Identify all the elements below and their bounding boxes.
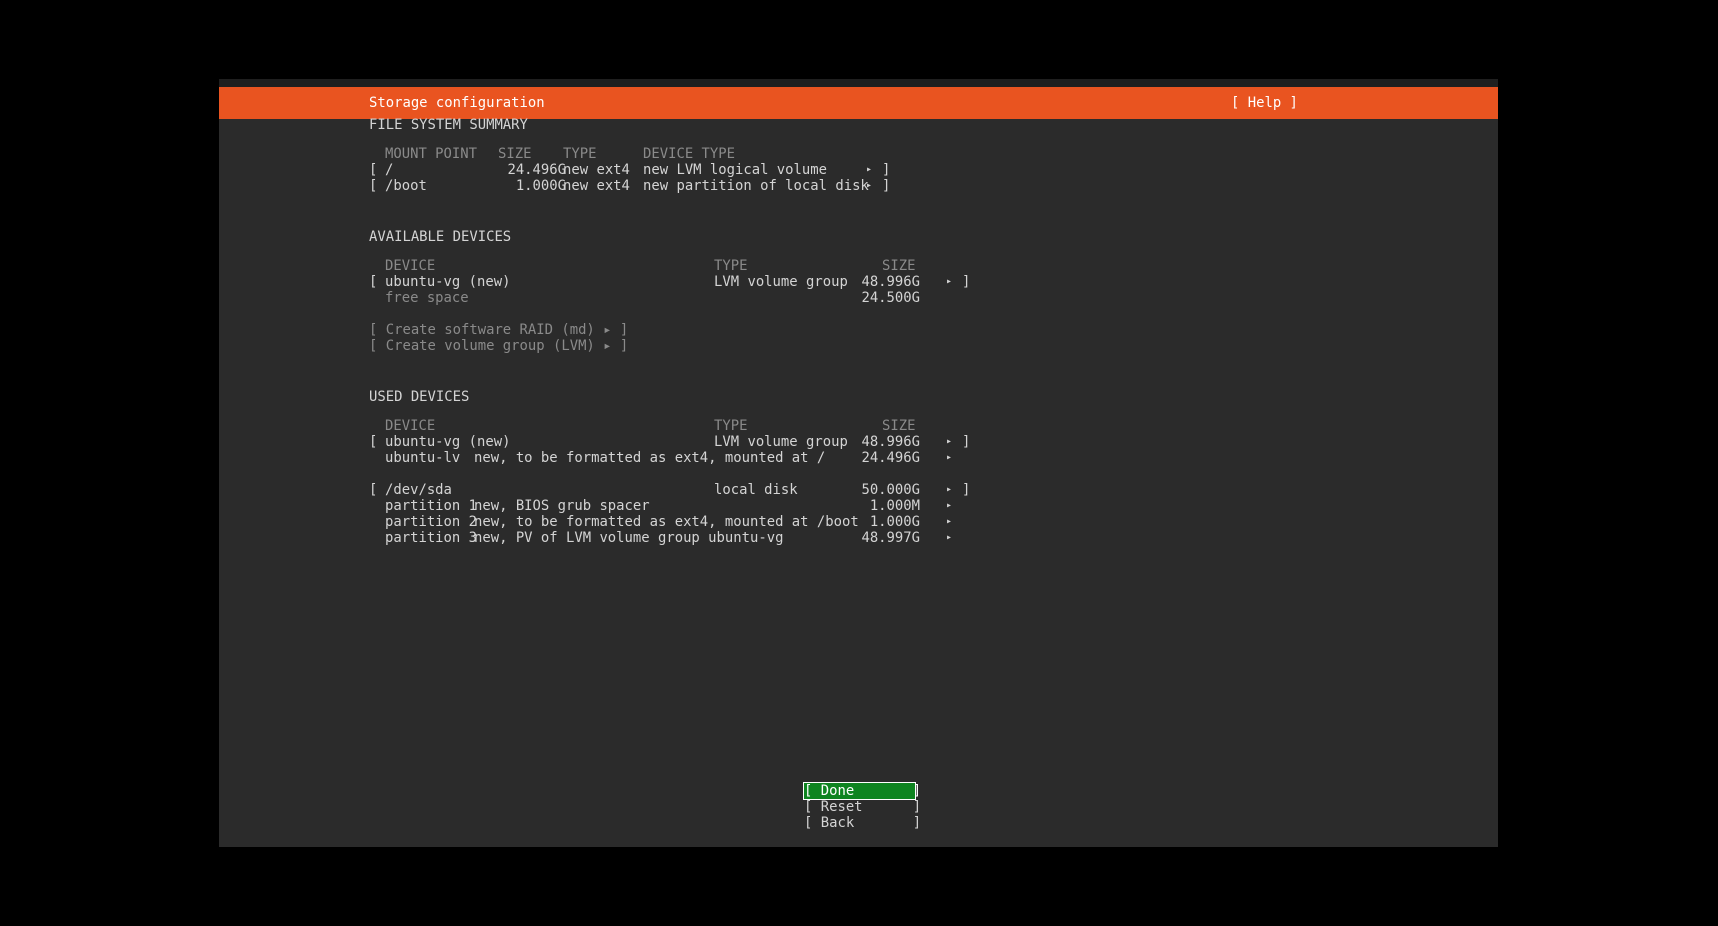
col-type: TYPE [714, 418, 748, 434]
child-name: partition 2 [385, 514, 477, 530]
child-name: ubuntu-lv [385, 450, 461, 466]
arrow-right-icon: ▸ [866, 164, 873, 175]
fs-size: 1.000G [515, 178, 566, 194]
create-raid-button[interactable]: [ Create software RAID (md) ▸ ] [369, 322, 628, 338]
col-size: SIZE [882, 258, 916, 274]
fs-type: new ext4 [563, 178, 630, 194]
arrow-right-icon: ▸ [946, 436, 953, 447]
arrow-right-icon: ▸ [946, 500, 953, 511]
col-device-type: DEVICE TYPE [643, 146, 735, 162]
child-size: 1.000M [869, 498, 920, 514]
child-desc: new, BIOS grub spacer [474, 498, 650, 514]
reset-button[interactable]: [ Reset ] [804, 799, 921, 815]
col-device: DEVICE [385, 258, 436, 274]
close-bracket: ] [882, 162, 891, 178]
fs-size: 24.496G [507, 162, 566, 178]
done-button[interactable]: [ Done ] [803, 782, 921, 800]
child-size: 24.496G [861, 450, 920, 466]
free-space-size: 24.500G [861, 290, 920, 306]
available-devices-heading: AVAILABLE DEVICES [369, 229, 512, 245]
child-name: partition 3 [385, 530, 477, 546]
col-type: TYPE [563, 146, 597, 162]
arrow-right-icon: ▸ [866, 180, 873, 191]
device-type: local disk [714, 482, 798, 498]
fs-summary-heading: FILE SYSTEM SUMMARY [369, 117, 528, 133]
arrow-right-icon: ▸ [946, 516, 953, 527]
col-size: SIZE [498, 146, 532, 162]
create-volume-group-button[interactable]: [ Create volume group (LVM) ▸ ] [369, 338, 628, 354]
device-name: ubuntu-vg (new) [385, 274, 511, 290]
help-button[interactable]: [ Help ] [1231, 95, 1298, 111]
arrow-right-icon: ▸ [946, 532, 953, 543]
fs-device-type: new partition of local disk [643, 178, 869, 194]
device-name: ubuntu-vg (new) [385, 434, 511, 450]
device-size: 48.996G [861, 434, 920, 450]
title-bar: Storage configuration [ Help ] [219, 87, 1498, 119]
col-size: SIZE [882, 418, 916, 434]
free-space-label: free space [385, 290, 469, 306]
page-title: Storage configuration [369, 95, 545, 111]
close-bracket: ] [882, 178, 891, 194]
device-size: 48.996G [861, 274, 920, 290]
mount-point: / [385, 162, 394, 178]
arrow-right-icon: ▸ [946, 452, 953, 463]
close-bracket: ] [962, 482, 971, 498]
mount-point: /boot [385, 178, 427, 194]
installer-screen: Storage configuration [ Help ] FILE SYST… [219, 79, 1498, 847]
fs-device-type: new LVM logical volume [643, 162, 827, 178]
child-desc: new, to be formatted as ext4, mounted at… [474, 450, 826, 466]
child-desc: new, to be formatted as ext4, mounted at… [474, 514, 859, 530]
open-bracket: [ [369, 162, 378, 178]
child-size: 1.000G [869, 514, 920, 530]
open-bracket: [ [369, 178, 378, 194]
device-size: 50.000G [861, 482, 920, 498]
back-button[interactable]: [ Back ] [804, 815, 921, 831]
arrow-right-icon: ▸ [946, 484, 953, 495]
close-bracket: ] [962, 274, 971, 290]
close-bracket: ] [962, 434, 971, 450]
col-device: DEVICE [385, 418, 436, 434]
open-bracket: [ [369, 434, 378, 450]
open-bracket: [ [369, 482, 378, 498]
col-mount-point: MOUNT POINT [385, 146, 477, 162]
open-bracket: [ [369, 274, 378, 290]
fs-type: new ext4 [563, 162, 630, 178]
child-desc: new, PV of LVM volume group ubuntu-vg [474, 530, 784, 546]
device-type: LVM volume group [714, 434, 848, 450]
device-name: /dev/sda [385, 482, 452, 498]
arrow-right-icon: ▸ [946, 276, 953, 287]
child-size: 48.997G [861, 530, 920, 546]
child-name: partition 1 [385, 498, 477, 514]
device-type: LVM volume group [714, 274, 848, 290]
col-type: TYPE [714, 258, 748, 274]
used-devices-heading: USED DEVICES [369, 389, 470, 405]
